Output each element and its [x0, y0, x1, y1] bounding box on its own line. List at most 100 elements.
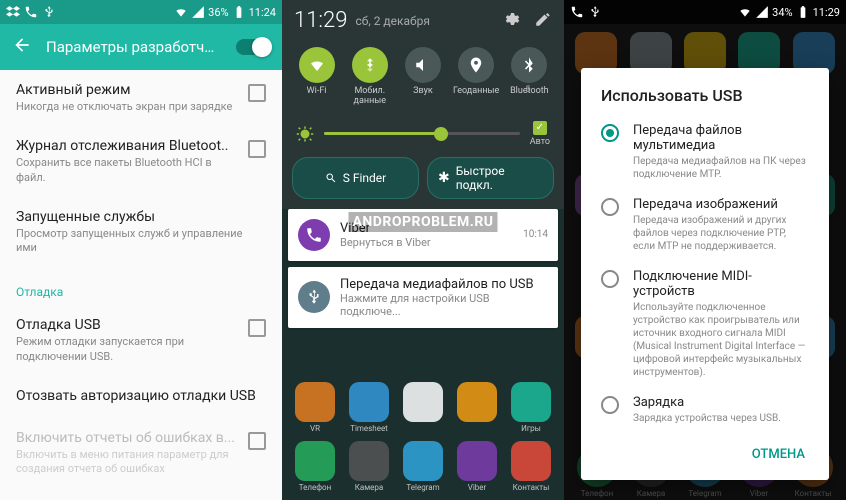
setting-item[interactable]: Отладка USB Режим отладки запускается пр…	[0, 305, 282, 376]
radio-option[interactable]: Передача файлов мультимедиа Передача мед…	[581, 115, 829, 189]
radio-title: Передача изображений	[633, 197, 809, 212]
app-icon[interactable]: Timesheet	[343, 382, 395, 433]
setting-title: Отладка USB	[16, 317, 236, 333]
checkbox[interactable]	[248, 319, 266, 337]
checkbox[interactable]	[248, 84, 266, 102]
app-icon[interactable]: VR	[289, 382, 341, 433]
setting-subtitle: Просмотр запущенных служб и управление и…	[16, 227, 266, 256]
qs-toggle-мобил--данные[interactable]: Мобил. данные	[345, 47, 395, 107]
notification-card[interactable]: Передача медиафайлов по USB Нажмите для …	[288, 267, 558, 328]
checkbox[interactable]	[248, 140, 266, 158]
battery-icon	[796, 5, 810, 19]
app-icon[interactable]: Viber	[451, 441, 503, 492]
usb-icon	[588, 5, 602, 19]
auto-brightness-label: Авто	[530, 137, 550, 147]
signal-icon	[755, 5, 769, 19]
setting-title: Запущенные службы	[16, 209, 266, 225]
setting-item[interactable]: Симуляция местоположения	[0, 489, 282, 500]
phone-icon	[570, 5, 584, 19]
radio-option[interactable]: Зарядка Зарядка устройства через USB.	[581, 387, 829, 433]
notif-subtitle: Вернуться в Viber	[340, 236, 513, 249]
setting-subtitle: Режим отладки запускается при подключени…	[16, 335, 236, 364]
radio-button[interactable]	[601, 396, 619, 414]
section-debug: Отладка	[0, 275, 282, 305]
phone-usb-dialog: 34% 11:29 Телефон Камера Telegram Viber …	[564, 0, 846, 500]
status-time: 11:29	[813, 6, 840, 19]
qs-toggle-геоданные[interactable]: Геоданные	[451, 47, 501, 107]
brightness-slider[interactable]: ✓ Авто 5	[282, 115, 564, 157]
cancel-button[interactable]: ОТМЕНА	[742, 439, 815, 470]
radio-button[interactable]	[601, 270, 619, 288]
radio-option[interactable]: Подключение MIDI-устройств Используйте п…	[581, 261, 829, 387]
setting-item[interactable]: Отозвать авторизацию отладки USB	[0, 376, 282, 418]
battery-icon	[232, 5, 246, 19]
app-icon[interactable]: Telegram	[397, 441, 449, 492]
phone-settings: 36% 11:24 Параметры разработчи... Активн…	[0, 0, 282, 500]
dialog-overlay[interactable]: Использовать USB Передача файлов мультим…	[564, 24, 846, 500]
back-icon[interactable]	[12, 35, 32, 59]
brightness-icon	[296, 125, 314, 143]
usb-dialog: Использовать USB Передача файлов мультим…	[581, 68, 829, 480]
radio-button[interactable]	[601, 198, 619, 216]
s-finder-button[interactable]: S Finder	[292, 157, 419, 199]
auto-brightness-checkbox[interactable]: ✓	[533, 121, 547, 135]
radio-subtitle: Передача изображений и других файлов чер…	[633, 214, 809, 253]
dropbox-icon	[6, 5, 20, 19]
shade-date: сб, 2 декабря	[355, 14, 429, 28]
app-icon[interactable]: Игры	[505, 382, 557, 433]
quick-settings-panel: 11:29 сб, 2 декабря Wi-Fi Мобил. данные …	[282, 0, 564, 209]
phone-notification-shade: VR Timesheet Игры Телефон Камера Telegra…	[282, 0, 564, 500]
settings-icon[interactable]	[502, 10, 520, 32]
radio-title: Подключение MIDI-устройств	[633, 269, 809, 299]
battery-percent: 36%	[208, 6, 228, 19]
battery-percent: 34%	[772, 6, 792, 19]
watermark: ANDROPROBLEM.RU	[348, 212, 497, 232]
qs-toggle-wi-fi[interactable]: Wi-Fi	[292, 47, 342, 107]
radio-subtitle: Передача медиафайлов на ПК через подключ…	[633, 155, 809, 181]
master-toggle[interactable]	[236, 39, 270, 55]
quick-connect-button[interactable]: ✱ Быстрое подкл.	[427, 157, 554, 199]
qs-toggle-bluetooth[interactable]: Bluetooth	[504, 47, 554, 107]
notif-title: Передача медиафайлов по USB	[340, 277, 548, 292]
shade-time: 11:29	[294, 8, 347, 33]
page-title: Параметры разработчи...	[46, 38, 222, 56]
app-icon[interactable]: Телефон	[289, 441, 341, 492]
setting-item[interactable]: Включить отчеты об ошибках в... Включить…	[0, 418, 282, 489]
status-time: 11:24	[249, 6, 276, 19]
status-bar: 34% 11:29	[564, 0, 846, 24]
setting-title: Журнал отслеживания Bluetoot..	[16, 138, 236, 154]
radio-subtitle: Используйте подключенное устройство как …	[633, 301, 809, 379]
radio-title: Зарядка	[633, 395, 809, 410]
setting-subtitle: Включить в меню питания параметр для соз…	[16, 448, 236, 477]
radio-button[interactable]	[601, 124, 619, 142]
usb-icon	[42, 5, 56, 19]
viber-icon	[298, 219, 330, 251]
checkbox[interactable]	[248, 432, 266, 450]
radio-subtitle: Зарядка устройства через USB.	[633, 412, 809, 425]
status-bar: 36% 11:24	[0, 0, 282, 24]
setting-title: Включить отчеты об ошибках в...	[16, 430, 236, 446]
setting-item[interactable]: Активный режим Никогда не отключать экра…	[0, 70, 282, 126]
radio-option[interactable]: Передача изображений Передача изображени…	[581, 189, 829, 261]
phone-icon	[24, 5, 38, 19]
wifi-icon	[174, 5, 188, 19]
usb-icon	[298, 281, 330, 313]
setting-subtitle: Никогда не отключать экран при зарядке	[16, 100, 236, 114]
setting-title: Отозвать авторизацию отладки USB	[16, 388, 266, 404]
brightness-value: 5	[525, 85, 530, 95]
notif-subtitle: Нажмите для настройки USB подключе...	[340, 292, 548, 318]
setting-item[interactable]: Запущенные службы Просмотр запущенных сл…	[0, 197, 282, 268]
app-icon[interactable]: Контакты	[505, 441, 557, 492]
edit-icon[interactable]	[534, 10, 552, 32]
radio-title: Передача файлов мультимедиа	[633, 123, 809, 153]
setting-subtitle: Сохранить все пакеты Bluetooth HCI в фай…	[16, 156, 236, 185]
settings-header: Параметры разработчи...	[0, 24, 282, 70]
app-icon[interactable]: Камера	[343, 441, 395, 492]
qs-toggle-звук[interactable]: Звук	[398, 47, 448, 107]
app-icon[interactable]	[451, 382, 503, 433]
notif-time: 10:14	[523, 229, 548, 240]
setting-item[interactable]: Журнал отслеживания Bluetoot.. Сохранить…	[0, 126, 282, 197]
app-icon[interactable]	[397, 382, 449, 433]
dialog-title: Использовать USB	[581, 86, 829, 115]
setting-title: Активный режим	[16, 82, 236, 98]
